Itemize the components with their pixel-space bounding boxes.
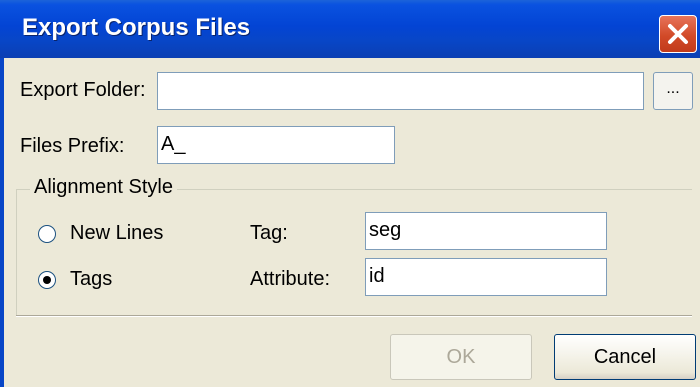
export-folder-label: Export Folder: — [20, 79, 146, 101]
tag-input[interactable]: seg — [365, 212, 607, 250]
window-border — [0, 58, 4, 387]
close-icon — [668, 24, 688, 44]
radio-new-lines[interactable] — [38, 225, 56, 243]
title-bar[interactable]: Export Corpus Files — [0, 0, 700, 58]
tag-label: Tag: — [250, 222, 288, 244]
files-prefix-input[interactable]: A_ — [157, 126, 395, 164]
radio-tags-label[interactable]: Tags — [70, 268, 112, 291]
attribute-label: Attribute: — [250, 268, 331, 290]
files-prefix-label: Files Prefix: — [20, 135, 125, 157]
attribute-input[interactable]: id — [365, 258, 607, 296]
radio-selected-dot — [43, 276, 51, 284]
ok-button[interactable]: OK — [390, 334, 532, 380]
alignment-style-group — [16, 189, 692, 317]
close-button[interactable] — [659, 15, 697, 53]
alignment-style-title: Alignment Style — [30, 176, 177, 199]
button-separator — [16, 315, 692, 317]
radio-new-lines-label[interactable]: New Lines — [70, 222, 163, 245]
export-corpus-files-dialog: Export Corpus Files Export Folder: ... F… — [0, 0, 700, 387]
cancel-button[interactable]: Cancel — [554, 334, 696, 380]
dialog-title: Export Corpus Files — [22, 14, 251, 41]
export-folder-input[interactable] — [157, 72, 644, 110]
browse-folder-button[interactable]: ... — [653, 72, 693, 110]
radio-tags[interactable] — [38, 271, 56, 289]
